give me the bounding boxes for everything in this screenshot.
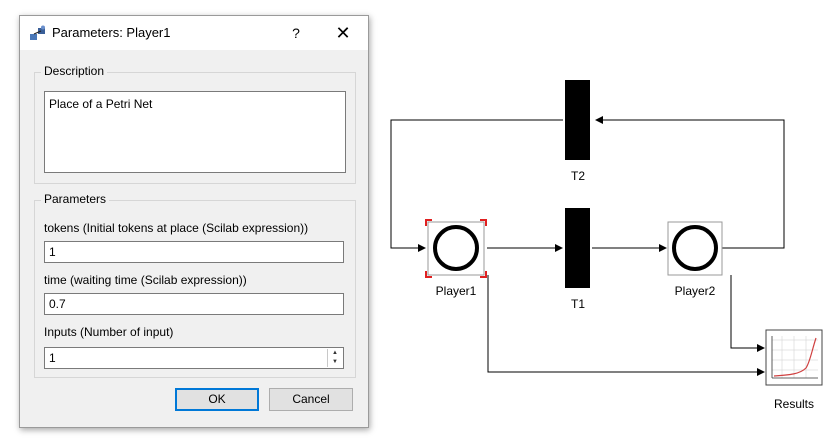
link-player1-to-results[interactable] (487, 275, 765, 376)
scope-icon[interactable] (765, 329, 823, 386)
player2-label: Player2 (675, 284, 716, 298)
petri-net-diagram: T2 T1 Player1 Player2 Results (390, 80, 823, 411)
player1-label: Player1 (436, 284, 477, 298)
link-player2-to-results[interactable] (730, 275, 765, 352)
transition-t2[interactable] (565, 80, 590, 160)
place-player2[interactable] (667, 221, 723, 276)
t2-label: T2 (571, 169, 585, 183)
place-player1[interactable] (425, 219, 487, 278)
results-label: Results (774, 397, 814, 411)
t1-label: T1 (571, 297, 585, 311)
transition-t1[interactable] (565, 208, 590, 288)
